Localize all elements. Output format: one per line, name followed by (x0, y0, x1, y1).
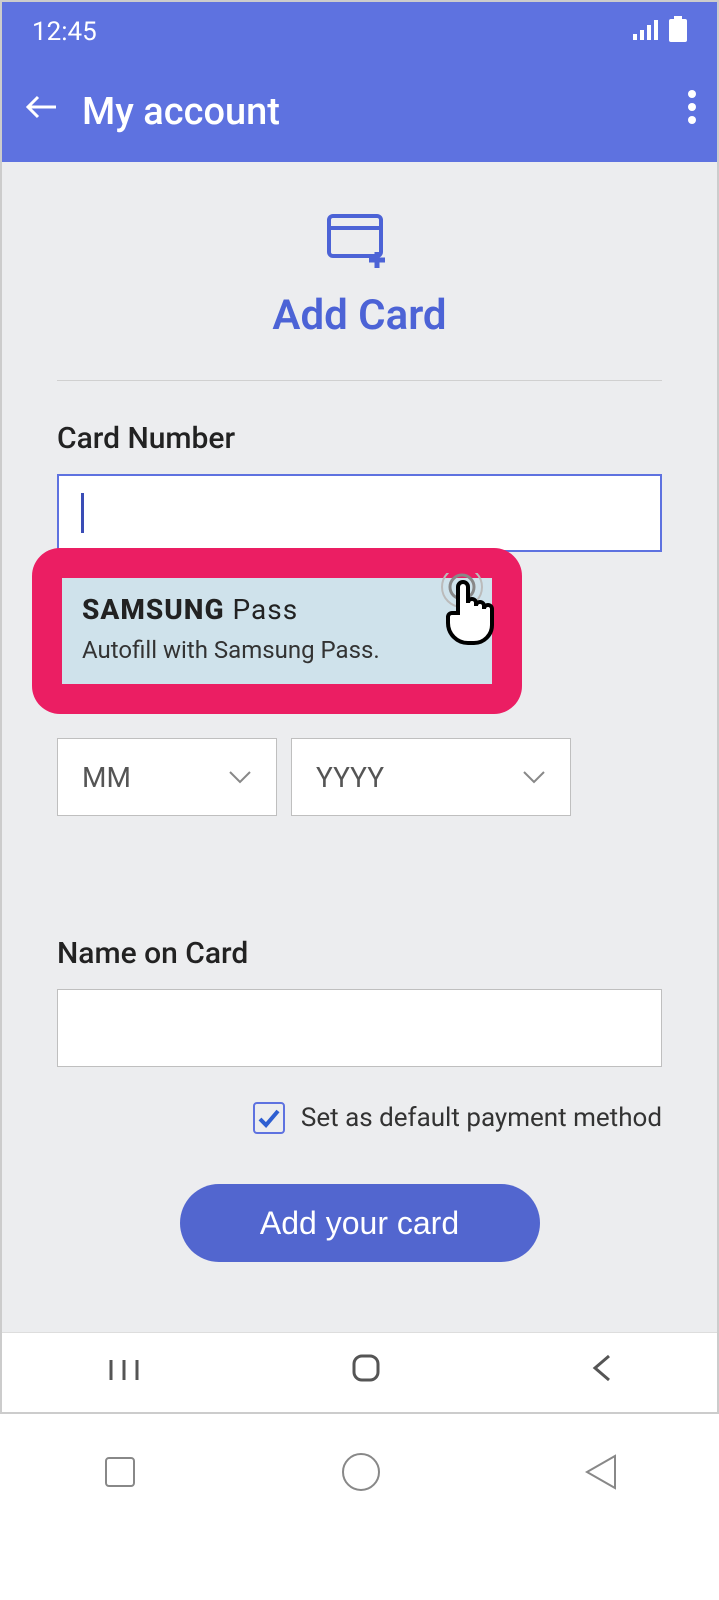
default-payment-label: Set as default payment method (301, 1103, 662, 1133)
back-nav-icon[interactable] (591, 1352, 613, 1393)
add-your-card-button[interactable]: Add your card (180, 1184, 540, 1262)
android-nav-bar (2, 1332, 717, 1412)
outer-recents-icon[interactable] (98, 1450, 142, 1498)
expiry-month-placeholder: MM (82, 761, 131, 794)
more-icon[interactable] (687, 89, 697, 135)
card-number-label: Card Number (57, 421, 662, 456)
samsung-pass-brand: SAMSUNG Pass (82, 593, 472, 626)
divider (57, 380, 662, 381)
tutorial-highlight: SAMSUNG Pass Autofill with Samsung Pass. (32, 548, 522, 714)
status-bar: 12:45 (2, 2, 717, 62)
chevron-down-icon (228, 765, 252, 789)
card-plus-icon (325, 212, 395, 276)
chevron-down-icon (522, 765, 546, 789)
status-time: 12:45 (32, 17, 97, 47)
expiry-year-select[interactable]: YYYY (291, 738, 571, 816)
app-bar: My account (2, 62, 717, 162)
home-icon[interactable] (350, 1352, 382, 1393)
name-on-card-input[interactable] (57, 989, 662, 1067)
add-card-title: Add Card (2, 291, 717, 340)
battery-icon (669, 16, 687, 49)
pointer-hand-icon (432, 573, 502, 657)
samsung-pass-subtitle: Autofill with Samsung Pass. (82, 636, 472, 664)
signal-icon (633, 17, 659, 47)
expiry-month-select[interactable]: MM (57, 738, 277, 816)
add-card-header: Add Card (2, 162, 717, 370)
page-title: My account (82, 90, 280, 134)
back-icon[interactable] (22, 87, 62, 137)
outer-home-icon[interactable] (337, 1448, 385, 1500)
name-on-card-label: Name on Card (57, 936, 662, 971)
default-payment-checkbox[interactable] (253, 1102, 285, 1134)
outer-nav-bar (0, 1414, 719, 1534)
samsung-pass-autofill[interactable]: SAMSUNG Pass Autofill with Samsung Pass. (62, 578, 492, 684)
recents-icon[interactable] (107, 1353, 141, 1393)
card-number-input[interactable] (57, 474, 662, 552)
outer-back-icon[interactable] (581, 1450, 621, 1498)
expiry-year-placeholder: YYYY (316, 761, 384, 794)
text-cursor (81, 493, 84, 533)
